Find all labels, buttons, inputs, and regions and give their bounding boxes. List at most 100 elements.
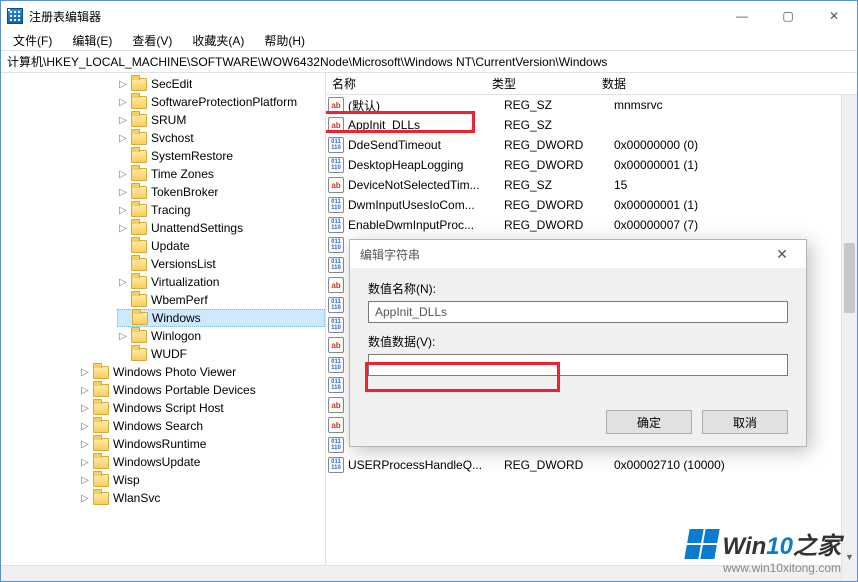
- tree-node[interactable]: ▷Svchost: [117, 129, 325, 147]
- tree-label: Windows Portable Devices: [113, 383, 256, 397]
- menu-favorites[interactable]: 收藏夹(A): [184, 30, 252, 51]
- expand-icon[interactable]: ▷: [117, 205, 129, 216]
- list-header: 名称 类型 数据: [326, 73, 857, 95]
- expand-icon[interactable]: ▷: [79, 403, 91, 414]
- expand-icon[interactable]: ▷: [117, 97, 129, 108]
- menu-file[interactable]: 文件(F): [5, 30, 60, 51]
- folder-icon: [93, 474, 109, 487]
- value-row[interactable]: abAppInit_DLLsREG_SZ: [326, 115, 857, 135]
- expand-icon[interactable]: ▷: [117, 169, 129, 180]
- tree-node[interactable]: ▷Winlogon: [117, 327, 325, 345]
- tree-node[interactable]: ▷Wisp: [79, 471, 325, 489]
- folder-icon: [131, 294, 147, 307]
- tree-node[interactable]: ▷Windows Photo Viewer: [79, 363, 325, 381]
- tree-node[interactable]: ▷SoftwareProtectionPlatform: [117, 93, 325, 111]
- expand-icon[interactable]: ▷: [117, 79, 129, 90]
- value-name: AppInit_DLLs: [348, 118, 504, 132]
- tree-node[interactable]: SystemRestore: [117, 147, 325, 165]
- maximize-button[interactable]: ▢: [765, 1, 811, 31]
- dword-icon: 011 110: [328, 237, 344, 253]
- expand-icon[interactable]: ▷: [79, 457, 91, 468]
- value-row[interactable]: 011 110DesktopHeapLoggingREG_DWORD0x0000…: [326, 155, 857, 175]
- expand-icon[interactable]: ▷: [79, 421, 91, 432]
- tree-label: WbemPerf: [151, 293, 208, 307]
- value-data: 0x00000007 (7): [614, 218, 857, 232]
- value-row[interactable]: 011 110USERProcessHandleQ...REG_DWORD0x0…: [326, 455, 857, 475]
- tree-label: WUDF: [151, 347, 187, 361]
- tree-node[interactable]: Update: [117, 237, 325, 255]
- tree-node[interactable]: ▷Virtualization: [117, 273, 325, 291]
- expand-icon[interactable]: ▷: [79, 493, 91, 504]
- expand-icon[interactable]: ▷: [79, 439, 91, 450]
- tree-node[interactable]: VersionsList: [117, 255, 325, 273]
- folder-icon: [93, 492, 109, 505]
- tree-node[interactable]: ▷ TokenBroker: [117, 183, 325, 201]
- menu-bar: 文件(F) 编辑(E) 查看(V) 收藏夹(A) 帮助(H): [1, 31, 857, 51]
- tree-node[interactable]: ▷ Windows Script Host: [79, 399, 325, 417]
- col-data[interactable]: 数据: [596, 75, 857, 92]
- tree-label: Windows Script Host: [113, 401, 224, 415]
- tree-node[interactable]: ▷ Windows Portable Devices: [79, 381, 325, 399]
- folder-icon: [131, 222, 147, 235]
- expand-icon[interactable]: ▷: [117, 115, 129, 126]
- ok-button[interactable]: 确定: [606, 410, 692, 434]
- dialog-close-button[interactable]: ✕: [762, 240, 802, 268]
- menu-edit[interactable]: 编辑(E): [64, 30, 120, 51]
- tree-node[interactable]: ▷WindowsUpdate: [79, 453, 325, 471]
- value-type: REG_DWORD: [504, 458, 614, 472]
- folder-icon: [132, 312, 148, 325]
- col-type[interactable]: 类型: [486, 75, 596, 92]
- expand-icon[interactable]: ▷: [79, 367, 91, 378]
- dword-icon: 011 110: [328, 377, 344, 393]
- folder-icon: [131, 150, 147, 163]
- value-data-field[interactable]: [368, 354, 788, 376]
- tree-node[interactable]: Windows: [117, 309, 325, 327]
- value-name: DwmInputUsesIoCom...: [348, 198, 504, 212]
- value-data: 0x00000001 (1): [614, 158, 857, 172]
- tree-node[interactable]: ▷SecEdit: [117, 75, 325, 93]
- value-row[interactable]: ab(默认)REG_SZmnmsrvc: [326, 95, 857, 115]
- tree-node[interactable]: WUDF: [117, 345, 325, 363]
- tree-node[interactable]: ▷WlanSvc: [79, 489, 325, 507]
- tree-node[interactable]: ▷SRUM: [117, 111, 325, 129]
- expand-icon[interactable]: ▷: [117, 277, 129, 288]
- minimize-button[interactable]: —: [719, 1, 765, 31]
- expand-icon[interactable]: ▷: [79, 385, 91, 396]
- col-name[interactable]: 名称: [326, 75, 486, 92]
- expand-icon[interactable]: ▷: [117, 223, 129, 234]
- value-name: USERProcessHandleQ...: [348, 458, 504, 472]
- tree-label: TokenBroker: [151, 185, 218, 199]
- address-bar[interactable]: 计算机\HKEY_LOCAL_MACHINE\SOFTWARE\WOW6432N…: [1, 51, 857, 73]
- tree-pane[interactable]: ▷SecEdit▷SoftwareProtectionPlatform▷SRUM…: [1, 73, 326, 581]
- tree-node[interactable]: WbemPerf: [117, 291, 325, 309]
- folder-icon: [131, 240, 147, 253]
- value-row[interactable]: 011 110DwmInputUsesIoCom...REG_DWORD0x00…: [326, 195, 857, 215]
- expand-icon[interactable]: ▷: [117, 133, 129, 144]
- folder-icon: [131, 114, 147, 127]
- string-icon: ab: [328, 337, 344, 353]
- value-data: mnmsrvc: [614, 98, 857, 112]
- dword-icon: 011 110: [328, 357, 344, 373]
- folder-icon: [93, 456, 109, 469]
- menu-view[interactable]: 查看(V): [124, 30, 180, 51]
- tree-node[interactable]: ▷UnattendSettings: [117, 219, 325, 237]
- value-row[interactable]: abDeviceNotSelectedTim...REG_SZ15: [326, 175, 857, 195]
- value-name: DesktopHeapLogging: [348, 158, 504, 172]
- edit-string-dialog: 编辑字符串 ✕ 数值名称(N): AppInit_DLLs 数值数据(V): 确…: [349, 239, 807, 447]
- cancel-button[interactable]: 取消: [702, 410, 788, 434]
- tree-hscroll[interactable]: [1, 565, 326, 581]
- value-name: DeviceNotSelectedTim...: [348, 178, 504, 192]
- close-button[interactable]: ✕: [811, 1, 857, 31]
- expand-icon[interactable]: ▷: [117, 187, 129, 198]
- tree-node[interactable]: ▷Windows Search: [79, 417, 325, 435]
- tree-node[interactable]: ▷Tracing: [117, 201, 325, 219]
- expand-icon[interactable]: ▷: [79, 475, 91, 486]
- value-row[interactable]: 011 110DdeSendTimeoutREG_DWORD0x00000000…: [326, 135, 857, 155]
- string-icon: ab: [328, 277, 344, 293]
- tree-node[interactable]: ▷WindowsRuntime: [79, 435, 325, 453]
- tree-node[interactable]: ▷Time Zones: [117, 165, 325, 183]
- menu-help[interactable]: 帮助(H): [256, 30, 313, 51]
- expand-icon[interactable]: ▷: [117, 331, 129, 342]
- dword-icon: 011 110: [328, 317, 344, 333]
- value-row[interactable]: 011 110EnableDwmInputProc...REG_DWORD0x0…: [326, 215, 857, 235]
